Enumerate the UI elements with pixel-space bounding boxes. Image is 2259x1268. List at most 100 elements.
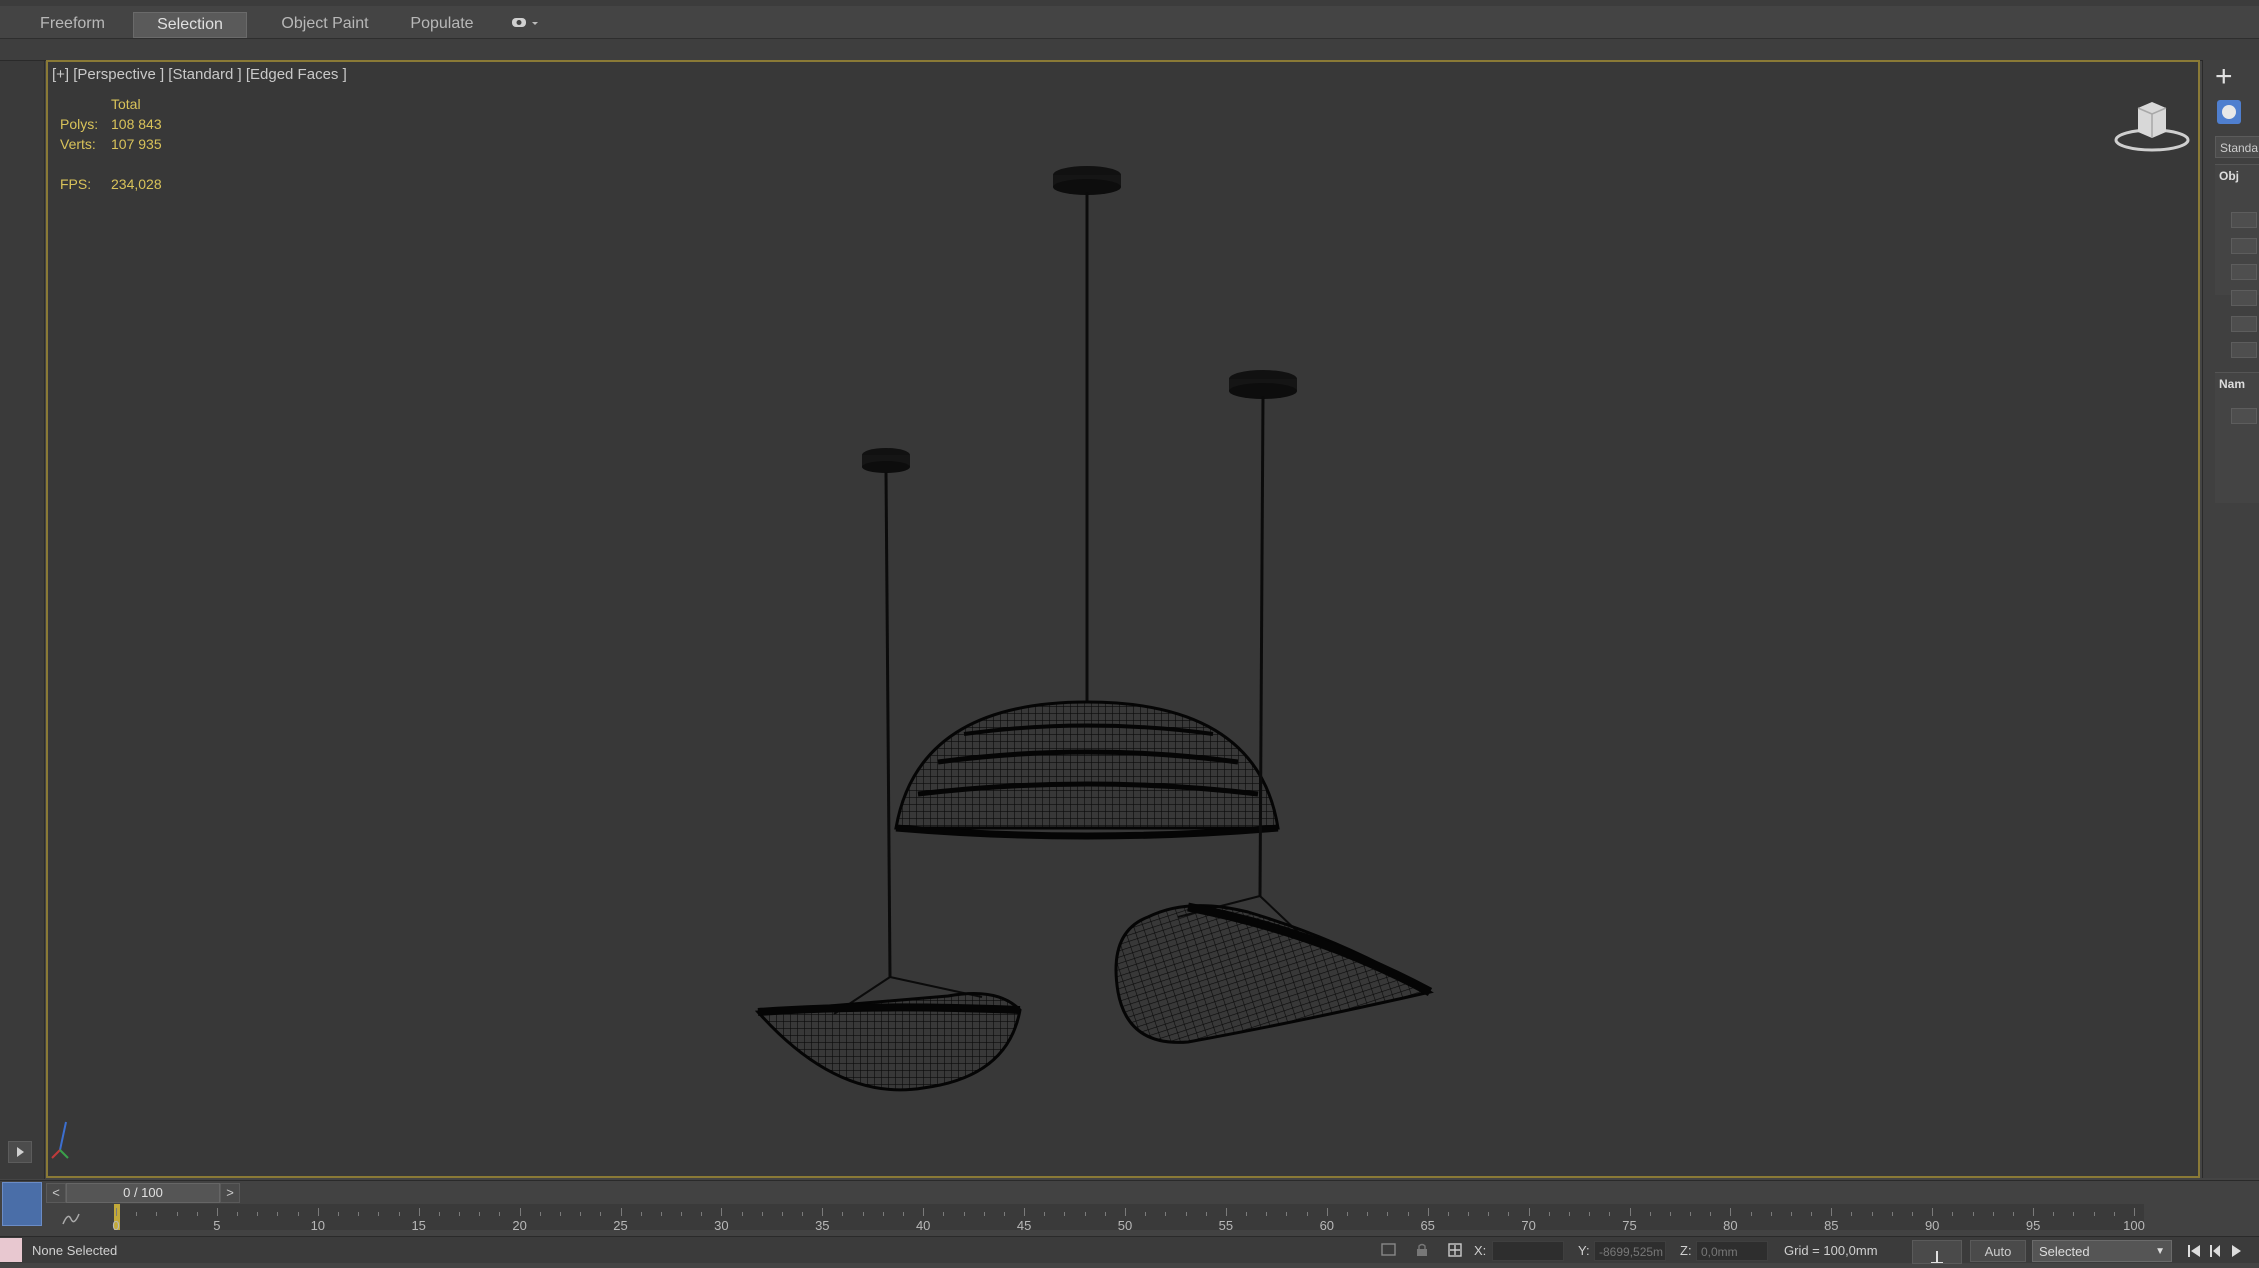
timeline-tick-label: 45 xyxy=(1016,1218,1032,1233)
object-name-field[interactable] xyxy=(2231,408,2257,424)
timeline-tick xyxy=(2012,1212,2014,1216)
timeline-tick xyxy=(1871,1212,1873,1216)
object-type-button-2[interactable] xyxy=(2231,238,2257,254)
object-type-button-3[interactable] xyxy=(2231,264,2257,280)
timeline-tick xyxy=(1165,1212,1167,1216)
timeline-tick xyxy=(438,1212,440,1216)
timeline-tick xyxy=(1266,1212,1268,1216)
time-slider[interactable]: 0 / 100 xyxy=(66,1183,220,1203)
timeline-tick xyxy=(337,1212,339,1216)
timeline-tick xyxy=(802,1212,804,1216)
lamp-right xyxy=(1114,370,1434,1044)
timeline-tick xyxy=(963,1212,965,1216)
timeline-tick xyxy=(499,1212,501,1216)
timeline-tick xyxy=(1185,1212,1187,1216)
timeline-tick xyxy=(983,1212,985,1216)
ribbon-bar: Freeform Selection Object Paint Populate xyxy=(0,6,2259,39)
x-coordinate-label: X: xyxy=(1474,1243,1487,1258)
timeline-tick xyxy=(580,1212,582,1216)
timeline-tick xyxy=(2093,1212,2095,1216)
timeline-tick xyxy=(378,1212,380,1216)
tab-selection[interactable]: Selection xyxy=(133,12,247,38)
timeline-tick xyxy=(1851,1212,1853,1216)
timeline-tick xyxy=(1891,1212,1893,1216)
geometry-category-button[interactable] xyxy=(2217,100,2241,124)
timeline-tick xyxy=(600,1212,602,1216)
timeline-tick xyxy=(2134,1208,2135,1216)
timeline-tick-label: 20 xyxy=(512,1218,527,1233)
primitive-type-dropdown[interactable]: Standa xyxy=(2215,136,2259,158)
maxscript-listener-button[interactable] xyxy=(0,1238,22,1262)
timeline-tick xyxy=(1669,1212,1671,1216)
previous-key-icon[interactable] xyxy=(2210,1245,2220,1257)
timeline-tick-label: 10 xyxy=(310,1218,326,1233)
timeline-tick xyxy=(701,1212,703,1216)
tab-object-paint[interactable]: Object Paint xyxy=(265,12,385,36)
timeline-tick xyxy=(1972,1212,1974,1216)
mini-listener-button[interactable] xyxy=(2,1182,42,1226)
timeline-tick xyxy=(1326,1208,1328,1216)
timeline-tick xyxy=(156,1212,158,1216)
name-color-rollout-title[interactable]: Nam xyxy=(2219,377,2245,391)
timeline-tick xyxy=(479,1212,481,1216)
timeline-tick xyxy=(1064,1212,1066,1216)
timeline-tick xyxy=(2113,1212,2115,1216)
timeline-tick xyxy=(216,1208,218,1216)
timeline-tick xyxy=(822,1208,824,1216)
z-coordinate-field[interactable]: 0,0mm xyxy=(1696,1241,1768,1261)
play-button[interactable] xyxy=(8,1141,32,1163)
timeline-tick xyxy=(660,1212,662,1216)
curve-editor-icon[interactable] xyxy=(62,1212,80,1226)
object-type-button-6[interactable] xyxy=(2231,342,2257,358)
prev-frame-button[interactable]: < xyxy=(46,1183,66,1203)
timeline-tick xyxy=(539,1212,541,1216)
object-type-button-1[interactable] xyxy=(2231,212,2257,228)
timeline-tick xyxy=(681,1212,683,1216)
play-animation-icon[interactable] xyxy=(2232,1245,2241,1257)
lock-selection-icon[interactable] xyxy=(1414,1242,1430,1258)
perspective-viewport[interactable]: [+] [Perspective ] [Standard ] [Edged Fa… xyxy=(46,60,2200,1178)
timeline-tick xyxy=(1952,1212,1954,1216)
timeline-tick xyxy=(2033,1208,2035,1216)
object-type-button-4[interactable] xyxy=(2231,290,2257,306)
timeline-tick-label: 15 xyxy=(411,1218,426,1233)
timeline-tick xyxy=(1629,1208,1631,1216)
isolate-selection-icon[interactable] xyxy=(1380,1242,1398,1258)
auto-key-button[interactable]: Auto xyxy=(1970,1240,2026,1262)
y-coordinate-field[interactable]: -8699,525m xyxy=(1594,1241,1666,1261)
timeline-tick xyxy=(1407,1212,1409,1216)
timeline-tick xyxy=(559,1212,561,1216)
timeline-tick-label: 85 xyxy=(1824,1218,1839,1233)
create-tab-button[interactable]: + xyxy=(2215,62,2233,92)
tab-freeform[interactable]: Freeform xyxy=(30,12,115,36)
y-coordinate-label: Y: xyxy=(1578,1243,1590,1258)
add-time-tag-button[interactable] xyxy=(1912,1240,1962,1264)
timeline-tick xyxy=(1528,1208,1530,1216)
timeline-tick xyxy=(1730,1208,1732,1216)
ribbon-options-toggle[interactable] xyxy=(510,15,540,31)
timeline-tick xyxy=(1589,1212,1591,1216)
next-frame-button[interactable]: > xyxy=(220,1183,240,1203)
timeline-tick xyxy=(1246,1212,1248,1216)
timeline-tick xyxy=(1387,1212,1389,1216)
object-type-button-5[interactable] xyxy=(2231,316,2257,332)
timeline-tick xyxy=(741,1212,743,1216)
timeline-tick xyxy=(1992,1212,1994,1216)
timeline-tick xyxy=(237,1212,239,1216)
timeline-tick xyxy=(620,1208,622,1216)
timeline-tick xyxy=(398,1212,400,1216)
command-panel: + Standa Obj Nam xyxy=(2202,60,2259,1178)
timeline-tick xyxy=(519,1208,521,1216)
timeline-tick xyxy=(176,1212,178,1216)
timeline-tick xyxy=(2053,1212,2055,1216)
timeline-tick xyxy=(1831,1208,1833,1216)
object-type-rollout-title[interactable]: Obj xyxy=(2219,169,2239,183)
absolute-mode-transform-icon[interactable] xyxy=(1447,1242,1463,1258)
timeline-tick xyxy=(116,1208,117,1216)
x-coordinate-field[interactable] xyxy=(1492,1241,1564,1261)
tab-populate[interactable]: Populate xyxy=(402,12,482,36)
goto-start-icon[interactable] xyxy=(2188,1245,2200,1257)
timeline-tick-label: 50 xyxy=(1117,1218,1133,1233)
timeline-tick xyxy=(1367,1212,1369,1216)
key-filter-dropdown[interactable]: Selected ▼ xyxy=(2032,1240,2172,1262)
